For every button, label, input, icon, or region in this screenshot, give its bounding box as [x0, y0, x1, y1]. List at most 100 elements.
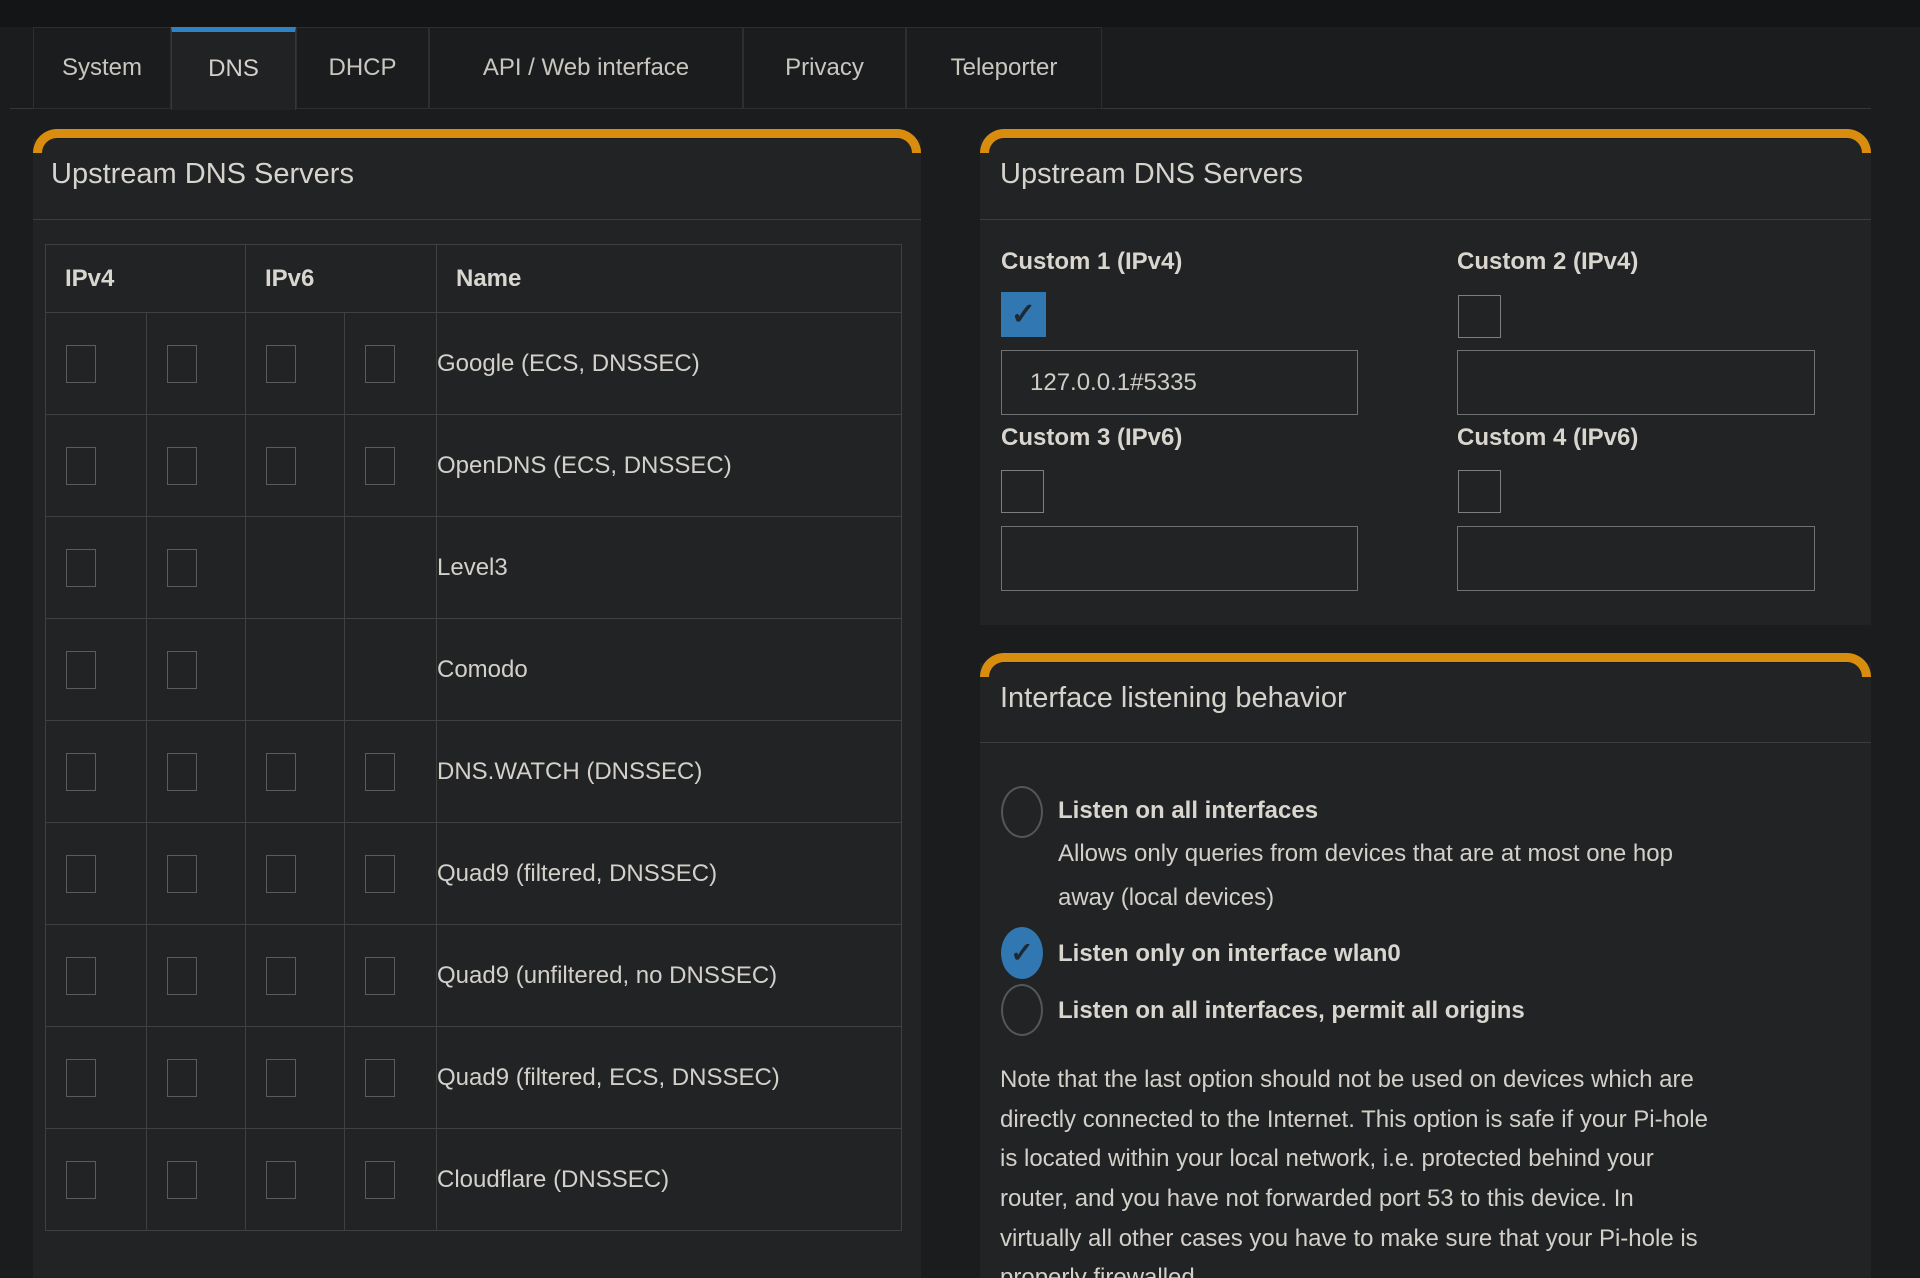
table-row: Level3: [46, 517, 902, 619]
upstream-checkbox[interactable]: [66, 447, 96, 485]
listening-note-line: router, and you have not forwarded port …: [1000, 1185, 1634, 1213]
top-strip: [0, 0, 1920, 27]
check-icon: ✓: [1010, 476, 1035, 509]
upstream-checkbox[interactable]: [266, 957, 296, 995]
check-icon: ✓: [1010, 937, 1033, 968]
custom4-label: Custom 4 (IPv6): [1457, 424, 1638, 452]
radio-listen-wlan0-label[interactable]: Listen only on interface wlan0: [1058, 940, 1401, 968]
tab-dhcp[interactable]: DHCP: [296, 27, 429, 109]
upstream-checkbox[interactable]: [66, 855, 96, 893]
tab-system[interactable]: System: [33, 27, 171, 109]
upstream-checkbox[interactable]: [66, 1161, 96, 1199]
table-row: Quad9 (filtered, DNSSEC): [46, 823, 902, 925]
upstream-name: Quad9 (filtered, DNSSEC): [437, 823, 902, 925]
upstream-checkbox[interactable]: [66, 651, 96, 689]
radio-listen-wlan0[interactable]: ✓: [1001, 927, 1043, 979]
col-header-name: Name: [437, 245, 902, 313]
upstream-checkbox[interactable]: [66, 1059, 96, 1097]
table-row: DNS.WATCH (DNSSEC): [46, 721, 902, 823]
radio-listen-all-help: away (local devices): [1058, 884, 1274, 912]
divider: [980, 219, 1871, 220]
upstream-checkbox[interactable]: [167, 855, 197, 893]
listening-panel-title: Interface listening behavior: [1000, 682, 1347, 715]
table-row: Comodo: [46, 619, 902, 721]
upstream-checkbox[interactable]: [266, 855, 296, 893]
custom3-checkbox[interactable]: ✓: [1001, 470, 1044, 513]
upstream-checkbox[interactable]: [167, 753, 197, 791]
divider: [980, 742, 1871, 743]
custom4-checkbox[interactable]: ✓: [1458, 470, 1501, 513]
custom1-label: Custom 1 (IPv4): [1001, 248, 1182, 276]
upstream-checkbox[interactable]: [167, 651, 197, 689]
upstream-checkbox[interactable]: [66, 957, 96, 995]
listening-note-line: virtually all other cases you have to ma…: [1000, 1225, 1698, 1253]
check-icon: ✓: [1467, 301, 1492, 334]
upstream-checkbox[interactable]: [66, 549, 96, 587]
radio-listen-all[interactable]: ✓: [1001, 786, 1043, 838]
radio-listen-all-origins[interactable]: ✓: [1001, 984, 1043, 1036]
col-header-ipv6: IPv6: [246, 245, 437, 313]
tab-api-web[interactable]: API / Web interface: [429, 27, 743, 109]
listening-note-line: is located within your local network, i.…: [1000, 1145, 1654, 1173]
col-header-ipv4: IPv4: [46, 245, 246, 313]
radio-listen-all-help: Allows only queries from devices that ar…: [1058, 840, 1673, 868]
upstream-checkbox[interactable]: [365, 345, 395, 383]
radio-listen-all-label[interactable]: Listen on all interfaces: [1058, 797, 1318, 825]
upstream-checkbox[interactable]: [266, 1161, 296, 1199]
upstream-name: Cloudflare (DNSSEC): [437, 1129, 902, 1231]
custom4-input[interactable]: [1457, 526, 1815, 591]
custom2-checkbox[interactable]: ✓: [1458, 295, 1501, 338]
listening-note-line: properly firewalled.: [1000, 1264, 1201, 1278]
upstream-name: Comodo: [437, 619, 902, 721]
upstream-checkbox[interactable]: [266, 447, 296, 485]
tab-privacy[interactable]: Privacy: [743, 27, 906, 109]
upstream-checkbox[interactable]: [66, 345, 96, 383]
upstream-checkbox[interactable]: [365, 855, 395, 893]
check-icon: ✓: [1011, 298, 1036, 331]
upstream-dns-table: IPv4 IPv6 Name Google (ECS, DNSSEC) Open…: [45, 244, 902, 1231]
upstream-table-panel-title: Upstream DNS Servers: [51, 158, 354, 191]
custom1-checkbox[interactable]: ✓: [1001, 292, 1046, 337]
upstream-checkbox[interactable]: [266, 1059, 296, 1097]
tab-dns[interactable]: DNS: [171, 27, 296, 110]
custom3-label: Custom 3 (IPv6): [1001, 424, 1182, 452]
upstream-checkbox[interactable]: [365, 753, 395, 791]
table-row: Cloudflare (DNSSEC): [46, 1129, 902, 1231]
tab-teleporter[interactable]: Teleporter: [906, 27, 1102, 109]
radio-listen-all-origins-label[interactable]: Listen on all interfaces, permit all ori…: [1058, 997, 1525, 1025]
upstream-checkbox[interactable]: [66, 753, 96, 791]
upstream-checkbox[interactable]: [365, 1161, 395, 1199]
check-icon: ✓: [1010, 797, 1033, 828]
custom3-input[interactable]: [1001, 526, 1358, 591]
upstream-name: Google (ECS, DNSSEC): [437, 313, 902, 415]
upstream-checkbox[interactable]: [365, 1059, 395, 1097]
upstream-checkbox[interactable]: [365, 447, 395, 485]
upstream-checkbox[interactable]: [167, 549, 197, 587]
dns-settings-page: System DNS DHCP API / Web interface Priv…: [0, 0, 1920, 1278]
upstream-checkbox[interactable]: [167, 1161, 197, 1199]
listening-panel-accent: [980, 653, 1871, 677]
custom-servers-panel-accent: [980, 129, 1871, 153]
table-header-row: IPv4 IPv6 Name: [46, 245, 902, 313]
check-icon: ✓: [1467, 476, 1492, 509]
upstream-checkbox[interactable]: [266, 753, 296, 791]
upstream-checkbox[interactable]: [167, 447, 197, 485]
table-row: Quad9 (unfiltered, no DNSSEC): [46, 925, 902, 1027]
upstream-name: Quad9 (unfiltered, no DNSSEC): [437, 925, 902, 1027]
listening-note-line: directly connected to the Internet. This…: [1000, 1106, 1708, 1134]
table-row: OpenDNS (ECS, DNSSEC): [46, 415, 902, 517]
upstream-name: Level3: [437, 517, 902, 619]
upstream-name: DNS.WATCH (DNSSEC): [437, 721, 902, 823]
listening-note-line: Note that the last option should not be …: [1000, 1066, 1694, 1094]
custom1-input[interactable]: [1001, 350, 1358, 415]
upstream-checkbox[interactable]: [167, 345, 197, 383]
custom2-label: Custom 2 (IPv4): [1457, 248, 1638, 276]
upstream-checkbox[interactable]: [167, 1059, 197, 1097]
upstream-checkbox[interactable]: [365, 957, 395, 995]
upstream-name: OpenDNS (ECS, DNSSEC): [437, 415, 902, 517]
custom-servers-panel-title: Upstream DNS Servers: [1000, 158, 1303, 191]
upstream-checkbox[interactable]: [266, 345, 296, 383]
table-row: Google (ECS, DNSSEC): [46, 313, 902, 415]
custom2-input[interactable]: [1457, 350, 1815, 415]
upstream-checkbox[interactable]: [167, 957, 197, 995]
